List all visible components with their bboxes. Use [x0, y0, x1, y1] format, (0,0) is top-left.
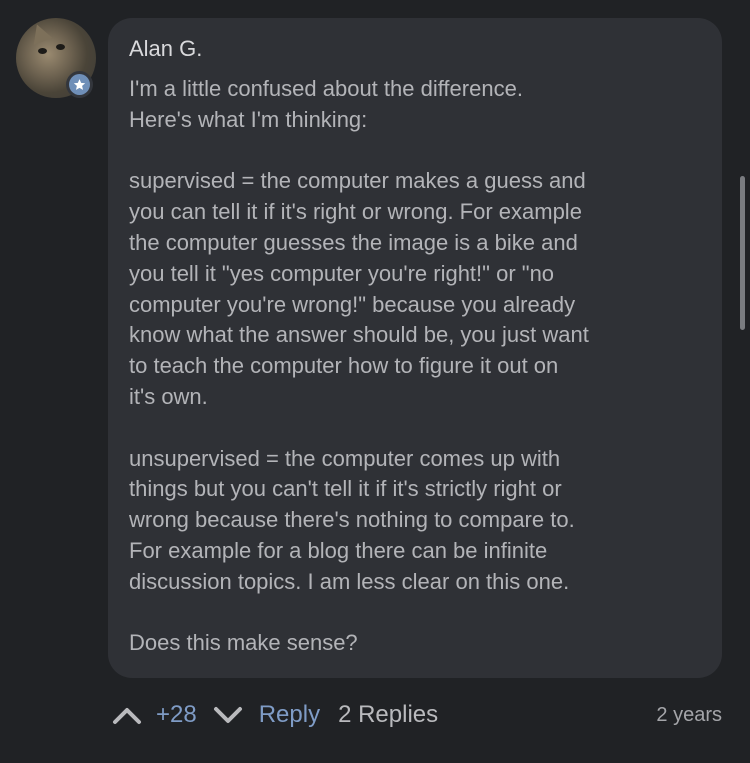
comment-paragraph: I'm a little confused about the differen… [129, 76, 523, 132]
comment-paragraph: unsupervised = the computer comes up wit… [129, 445, 575, 594]
downvote-button[interactable] [211, 698, 245, 732]
star-icon [73, 79, 86, 90]
comment-timestamp: 2 years [656, 703, 722, 726]
chevron-down-icon [213, 707, 242, 723]
avatar[interactable] [16, 18, 96, 98]
vote-score: +28 [156, 701, 197, 728]
avatar-badge [66, 71, 93, 98]
upvote-button[interactable] [110, 698, 144, 732]
scrollbar[interactable] [740, 176, 745, 330]
comment-paragraph: supervised = the computer makes a guess … [129, 168, 589, 409]
comment-actions: +28 Reply 2 Replies 2 years [110, 695, 722, 735]
comment-author[interactable]: Alan G. [129, 36, 202, 62]
avatar-cat-ear [27, 21, 53, 45]
chevron-up-icon [113, 708, 141, 724]
avatar-cat-eye [56, 44, 65, 50]
view-replies-button[interactable]: 2 Replies [338, 701, 438, 729]
comment-body: I'm a little confused about the differen… [129, 74, 714, 659]
reply-button[interactable]: Reply [259, 701, 320, 729]
avatar-cat-eye [38, 48, 47, 54]
comment-paragraph: Does this make sense? [129, 630, 358, 656]
